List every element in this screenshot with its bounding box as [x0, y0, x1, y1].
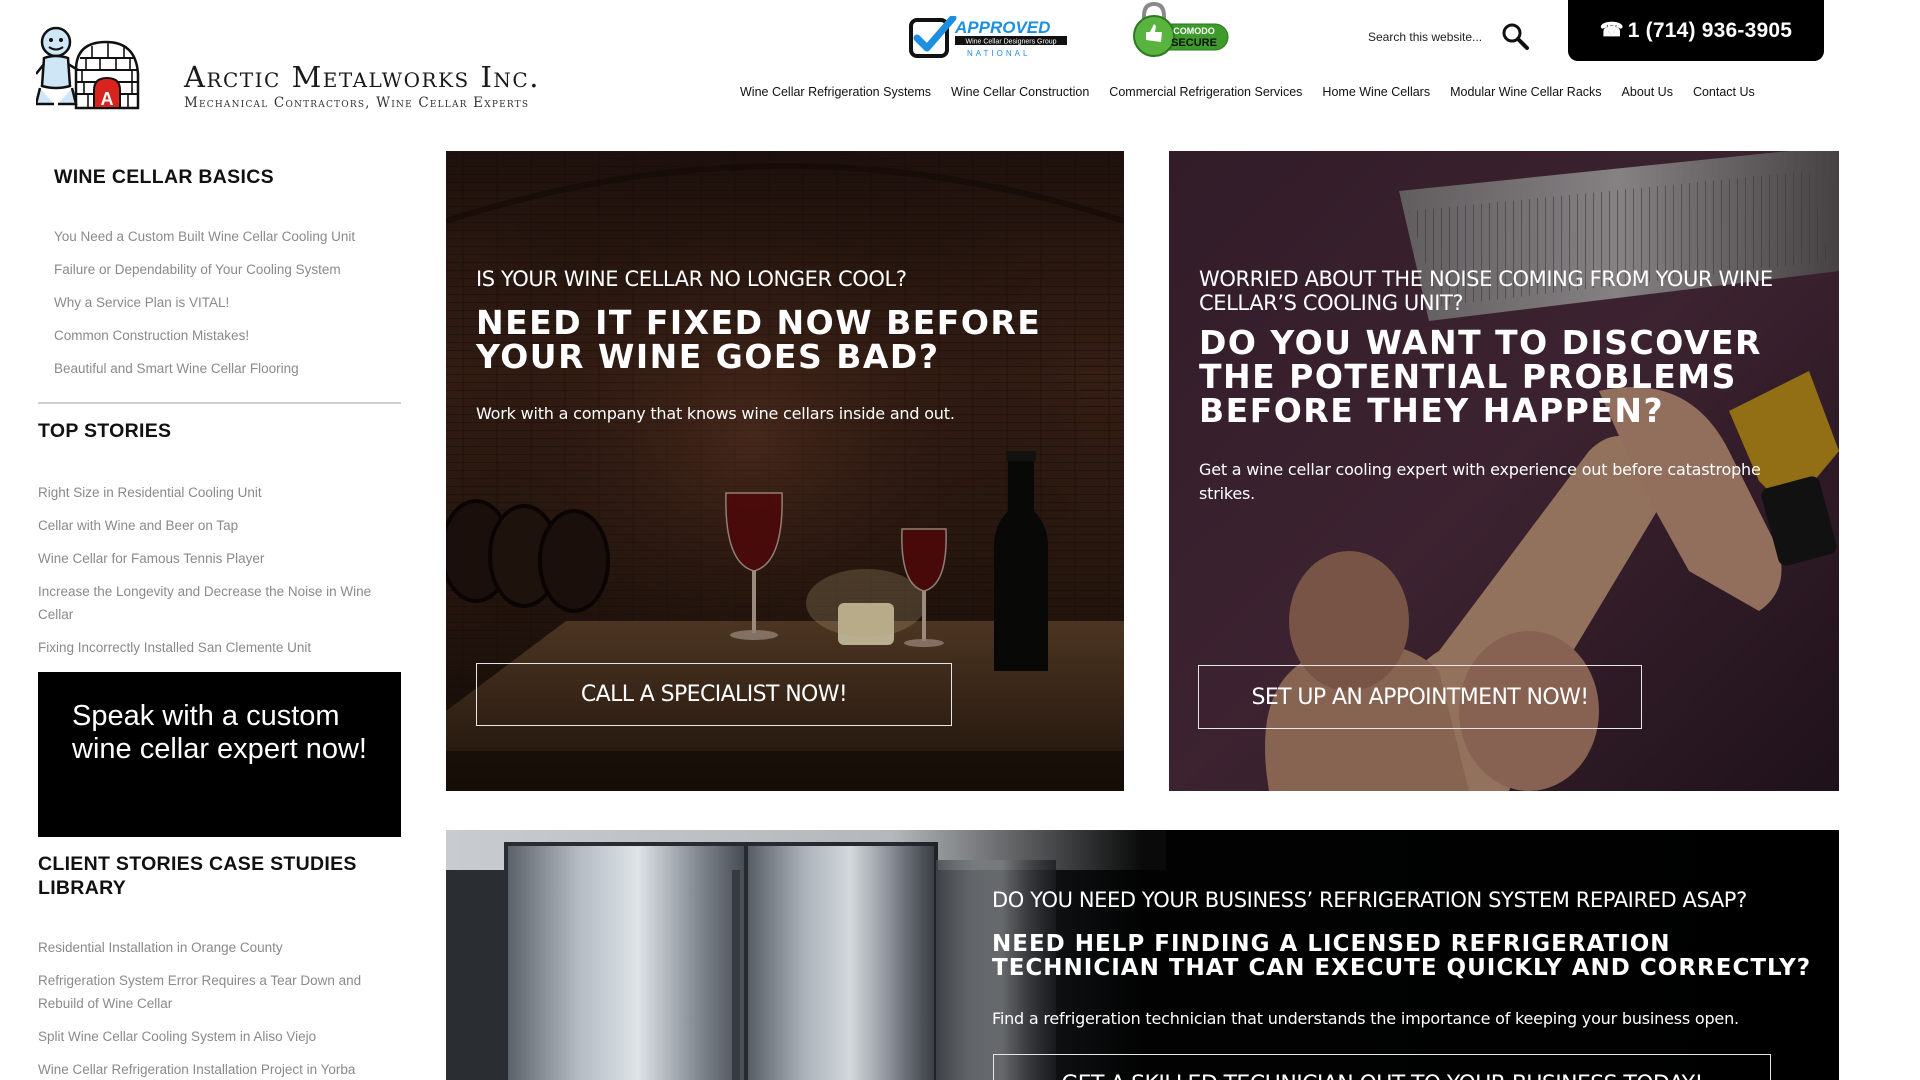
phone-number: 1 (714) 936-3905 — [1627, 18, 1793, 42]
sidebar-link[interactable]: Wine Cellar Refrigeration Installation P… — [38, 1058, 402, 1080]
noise-inspection-panel: Worried about the noise coming from your… — [1169, 151, 1839, 791]
nav-about-us[interactable]: About Us — [1622, 85, 1673, 99]
case-studies-list: Residential Installation in Orange Count… — [38, 936, 402, 1080]
approved-checkmark-icon: APPROVED Wine Cellar Designers Group NAT… — [909, 14, 1067, 58]
nav-wine-cellar-construction[interactable]: Wine Cellar Construction — [951, 85, 1089, 99]
nav-home-wine-cellars[interactable]: Home Wine Cellars — [1322, 85, 1430, 99]
comodo-line1: COMODO — [1173, 26, 1215, 36]
case-studies-section: Client Stories Case Studies Library Resi… — [38, 852, 402, 1080]
igloo-mascot-logo-icon: A — [34, 26, 140, 110]
comodo-lock-icon: COMODO SECURE — [1133, 1, 1229, 57]
search-bar — [1368, 20, 1538, 54]
sidebar-link[interactable]: Failure or Dependability of Your Cooling… — [54, 258, 402, 281]
brand-name[interactable]: Arctic Metalworks Inc. — [184, 60, 540, 94]
comodo-line2: SECURE — [1171, 37, 1217, 49]
nav-wine-cellar-refrigeration-systems[interactable]: Wine Cellar Refrigeration Systems — [740, 85, 931, 99]
sidebar-link[interactable]: Common Construction Mistakes! — [54, 324, 402, 347]
panel-kicker: Worried about the noise coming from your… — [1199, 267, 1773, 315]
phone-button[interactable]: ☎ 1 (714) 936-3905 — [1568, 0, 1824, 61]
search-input[interactable] — [1368, 30, 1498, 44]
wine-cellar-basics-section: Wine Cellar Basics You Need a Custom Bui… — [38, 166, 402, 380]
nav-modular-wine-cellar-racks[interactable]: Modular Wine Cellar Racks — [1450, 85, 1601, 99]
approved-badge[interactable]: APPROVED Wine Cellar Designers Group NAT… — [909, 14, 1069, 62]
search-icon[interactable] — [1498, 20, 1532, 54]
sidebar-link[interactable]: Split Wine Cellar Cooling System in Alis… — [38, 1025, 402, 1048]
panel-headline: Need it fixed now before your wine goes … — [476, 303, 1042, 376]
panel-kicker: Do you need your business’ refrigeration… — [992, 888, 1747, 912]
panel-lede: Find a refrigeration technician that und… — [992, 1009, 1739, 1028]
sidebar-link[interactable]: Fixing Incorrectly Installed San Clement… — [38, 636, 402, 659]
wine-cellar-repair-content: Is your wine cellar no longer cool? Need… — [476, 267, 1076, 426]
case-studies-heading: Client Stories Case Studies Library — [38, 853, 357, 899]
wine-cellar-basics-list: You Need a Custom Built Wine Cellar Cool… — [54, 225, 402, 380]
nav-commercial-refrigeration-services[interactable]: Commercial Refrigeration Services — [1109, 85, 1302, 99]
top-stories-section: Top Stories Right Size in Residential Co… — [38, 420, 402, 659]
sidebar: Wine Cellar Basics You Need a Custom Bui… — [38, 150, 402, 1080]
sidebar-link[interactable]: Refrigeration System Error Requires a Te… — [38, 969, 402, 1015]
set-up-appointment-button[interactable]: Set Up an Appointment Now! — [1198, 665, 1642, 729]
approved-title: APPROVED — [954, 18, 1050, 37]
main-nav: Wine Cellar Refrigeration Systems Wine C… — [740, 85, 1755, 99]
sidebar-link[interactable]: Residential Installation in Orange Count… — [38, 936, 402, 959]
brand[interactable]: Arctic Metalworks Inc. Mechanical Contra… — [184, 60, 540, 111]
top-stories-list: Right Size in Residential Cooling Unit C… — [38, 481, 402, 659]
phone-icon: ☎ — [1599, 20, 1624, 41]
commercial-refrigeration-panel: Do you need your business’ refrigeration… — [446, 830, 1839, 1080]
commercial-refrigeration-content: Do you need your business’ refrigeration… — [992, 888, 1832, 1031]
sidebar-divider — [38, 402, 401, 404]
sidebar-link[interactable]: Increase the Longevity and Decrease the … — [38, 580, 402, 626]
get-skilled-technician-button[interactable]: Get a Skilled Technician Out to Your Bus… — [993, 1054, 1771, 1080]
comodo-secure-badge[interactable]: COMODO SECURE — [1132, 1, 1232, 58]
panel-headline: Do you want to discover the potential pr… — [1199, 323, 1762, 430]
panel-lede: Work with a company that knows wine cell… — [476, 404, 955, 423]
svg-text:A: A — [101, 89, 114, 109]
call-specialist-button[interactable]: Call a Specialist Now! — [476, 663, 952, 726]
sidebar-link[interactable]: Right Size in Residential Cooling Unit — [38, 481, 402, 504]
speak-with-expert-cta[interactable]: Speak with a custom wine cellar expert n… — [38, 672, 401, 837]
wine-cellar-repair-panel: Is your wine cellar no longer cool? Need… — [446, 151, 1124, 791]
panel-kicker: Is your wine cellar no longer cool? — [476, 267, 907, 291]
logo[interactable]: A — [34, 24, 146, 112]
sidebar-link[interactable]: Why a Service Plan is VITAL! — [54, 291, 402, 314]
noise-inspection-content: Worried about the noise coming from your… — [1199, 267, 1819, 506]
approved-national: NATIONAL — [967, 49, 1030, 58]
sidebar-link[interactable]: Cellar with Wine and Beer on Tap — [38, 514, 402, 537]
brand-tagline: Mechanical Contractors, Wine Cellar Expe… — [184, 95, 530, 111]
panel-headline: Need help finding a licensed refrigerati… — [992, 931, 1812, 981]
wine-cellar-basics-heading: Wine Cellar Basics — [54, 166, 274, 188]
sidebar-link[interactable]: You Need a Custom Built Wine Cellar Cool… — [54, 225, 402, 248]
panel-lede: Get a wine cellar cooling expert with ex… — [1199, 460, 1761, 503]
approved-subtitle: Wine Cellar Designers Group — [965, 39, 1056, 46]
nav-contact-us[interactable]: Contact Us — [1693, 85, 1755, 99]
sidebar-link[interactable]: Wine Cellar for Famous Tennis Player — [38, 547, 402, 570]
top-stories-heading: Top Stories — [38, 420, 172, 442]
sidebar-link[interactable]: Beautiful and Smart Wine Cellar Flooring — [54, 357, 402, 380]
